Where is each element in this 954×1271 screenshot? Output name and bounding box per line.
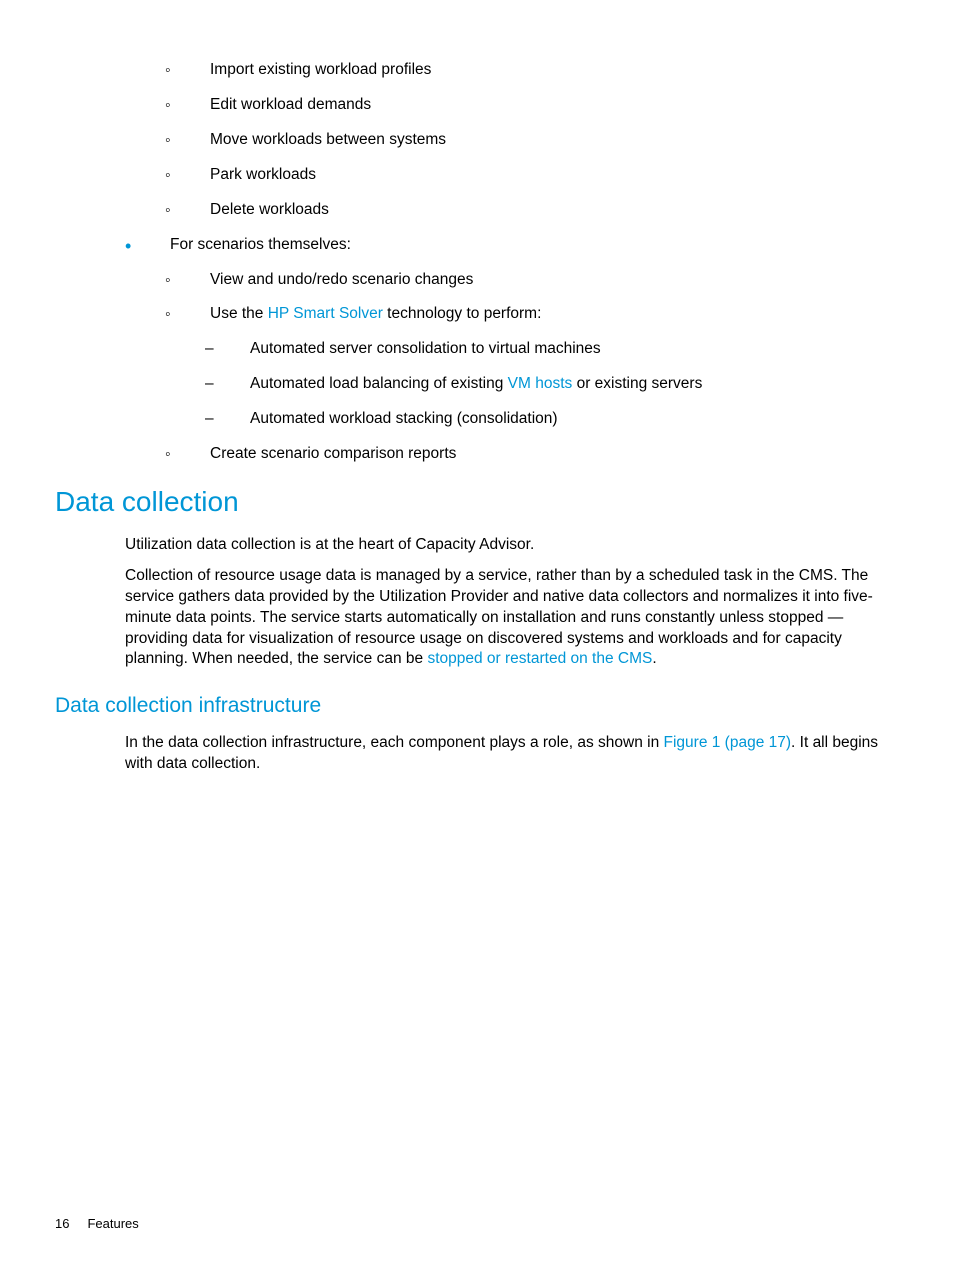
figure-1-link[interactable]: Figure 1 (page 17) <box>664 734 792 751</box>
list-item: For scenarios themselves: <box>125 235 899 256</box>
text-span: Use the <box>210 305 268 322</box>
text-span: In the data collection infrastructure, e… <box>125 734 664 751</box>
body-paragraph: Utilization data collection is at the he… <box>125 535 899 556</box>
scenarios-bullet: For scenarios themselves: <box>125 235 899 256</box>
list-item: Import existing workload profiles <box>165 60 899 81</box>
list-item: Automated workload stacking (consolidati… <box>205 409 899 430</box>
smart-solver-link[interactable]: HP Smart Solver <box>268 305 383 322</box>
scenarios-sublist: View and undo/redo scenario changes Use … <box>165 270 899 326</box>
list-item: Move workloads between systems <box>165 130 899 151</box>
list-item: Use the HP Smart Solver technology to pe… <box>165 304 899 325</box>
list-item: Automated server consolidation to virtua… <box>205 339 899 360</box>
text-span: technology to perform: <box>383 305 542 322</box>
list-item: Automated load balancing of existing VM … <box>205 374 899 395</box>
vm-hosts-link[interactable]: VM hosts <box>508 375 573 392</box>
list-item: Create scenario comparison reports <box>165 444 899 465</box>
list-item: View and undo/redo scenario changes <box>165 270 899 291</box>
text-span: Automated load balancing of existing <box>250 375 508 392</box>
text-span: . <box>652 650 656 667</box>
stopped-restarted-link[interactable]: stopped or restarted on the CMS <box>427 650 652 667</box>
list-item: Edit workload demands <box>165 95 899 116</box>
body-paragraph: Collection of resource usage data is man… <box>125 566 899 671</box>
automated-dashlist: Automated server consolidation to virtua… <box>205 339 899 430</box>
workload-sublist: Import existing workload profiles Edit w… <box>165 60 899 221</box>
page-footer: 16 Features <box>55 1216 139 1231</box>
text-span: or existing servers <box>572 375 702 392</box>
list-item: Delete workloads <box>165 200 899 221</box>
page-content: Import existing workload profiles Edit w… <box>55 60 899 775</box>
scenarios-sublist-2: Create scenario comparison reports <box>165 444 899 465</box>
subsection-heading-infrastructure: Data collection infrastructure <box>55 692 899 720</box>
section-heading-data-collection: Data collection <box>55 483 899 521</box>
body-paragraph: In the data collection infrastructure, e… <box>125 733 899 775</box>
page-number: 16 <box>55 1216 69 1231</box>
list-item: Park workloads <box>165 165 899 186</box>
footer-label: Features <box>87 1216 138 1231</box>
